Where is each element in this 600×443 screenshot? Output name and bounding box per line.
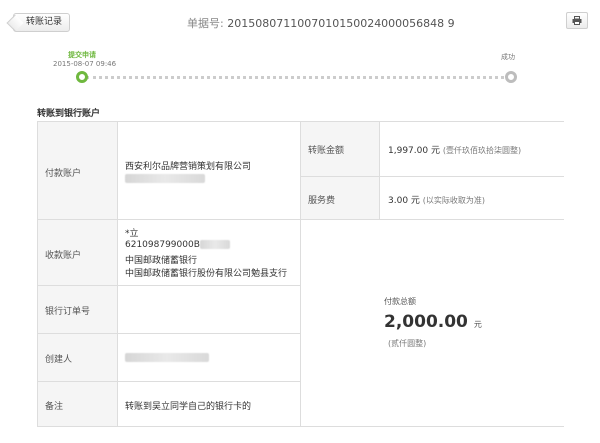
order-label: 银行订单号: [45, 307, 91, 317]
total-label: 付款总额: [384, 297, 416, 306]
amount-chinese: (壹仟玖佰玖拾柒圆整): [442, 146, 522, 155]
payer-account-redacted: [125, 174, 205, 183]
payee-name: *立: [125, 229, 139, 239]
payer-value-cell: 西安利尔品牌营销策划有限公司: [118, 122, 301, 220]
step-submit-dot: [76, 71, 88, 83]
total-amount: 2,000.00: [384, 312, 468, 332]
progress-track: [86, 76, 510, 79]
total-unit: 元: [473, 320, 482, 329]
section-title: 转账到银行账户: [37, 109, 101, 119]
payee-account-number: 621098799000B: [125, 240, 200, 250]
printer-icon: [572, 16, 582, 25]
creator-redacted: [125, 353, 209, 362]
total-chinese: (贰仟圆整): [388, 339, 427, 348]
order-label-cell: 银行订单号: [38, 286, 118, 334]
transfer-details-table: 付款账户 西安利尔品牌营销策划有限公司 收款账户 *立 621098799000…: [37, 121, 564, 427]
payee-label-cell: 收款账户: [38, 220, 118, 286]
remark-value: 转账到吴立同学自己的银行卡的: [125, 402, 252, 412]
remark-value-cell: 转账到吴立同学自己的银行卡的: [118, 382, 301, 427]
order-value-cell: [118, 286, 301, 334]
bill-number-value: 2015080711007010150024000056848 9: [227, 17, 455, 30]
amount-label-cell: 转账金额: [301, 122, 380, 177]
payee-bank: 中国邮政储蓄银行: [125, 256, 198, 266]
payee-account: 621098799000B: [125, 240, 230, 250]
print-button[interactable]: [566, 12, 588, 29]
step-submit-label: 提交申请: [68, 51, 96, 59]
fee-note: (以实际收取为准): [422, 196, 486, 205]
fee-number: 3.00 元: [388, 196, 420, 206]
back-button-label: 转账记录: [26, 17, 63, 27]
total-cell: 付款总额 2,000.00 元 (贰仟圆整): [301, 220, 564, 427]
amount-label: 转账金额: [308, 146, 345, 156]
step-success-dot: [505, 71, 517, 83]
fee-value: 3.00 元 (以实际收取为准): [388, 193, 485, 206]
fee-value-cell: 3.00 元 (以实际收取为准): [380, 177, 564, 220]
amount-number: 1,997.00 元: [388, 146, 440, 156]
step-submit-time: 2015-08-07 09:46: [53, 60, 117, 68]
remark-label-cell: 备注: [38, 382, 118, 427]
payee-branch: 中国邮政储蓄银行股份有限公司勉县支行: [125, 269, 288, 279]
creator-value-cell: [118, 334, 301, 382]
remark-label: 备注: [45, 402, 64, 412]
payee-account-redacted: [199, 240, 230, 249]
step-success-label: 成功: [501, 53, 515, 61]
amount-value-cell: 1,997.00 元 (壹仟玖佰玖拾柒圆整): [380, 122, 564, 177]
payer-name: 西安利尔品牌营销策划有限公司: [125, 162, 252, 172]
amount-value: 1,997.00 元 (壹仟玖佰玖拾柒圆整): [388, 143, 521, 156]
creator-label: 创建人: [45, 355, 73, 365]
bill-number: 单据号: 2015080711007010150024000056848 9: [187, 15, 455, 31]
top-bar: 转账记录 单据号: 201508071100701015002400005684…: [0, 0, 600, 40]
payer-label: 付款账户: [45, 169, 82, 179]
payee-value-cell: *立 621098799000B 中国邮政储蓄银行 中国邮政储蓄银行股份有限公司…: [118, 220, 301, 286]
back-button[interactable]: 转账记录: [13, 13, 70, 32]
creator-label-cell: 创建人: [38, 334, 118, 382]
progress-tracker: 提交申请 2015-08-07 09:46 成功: [0, 44, 600, 94]
payer-label-cell: 付款账户: [38, 122, 118, 220]
payee-label: 收款账户: [45, 251, 82, 261]
fee-label: 服务费: [308, 196, 336, 206]
total-value: 2,000.00 元: [384, 312, 482, 332]
fee-label-cell: 服务费: [301, 177, 380, 220]
bill-number-label: 单据号:: [187, 17, 224, 30]
